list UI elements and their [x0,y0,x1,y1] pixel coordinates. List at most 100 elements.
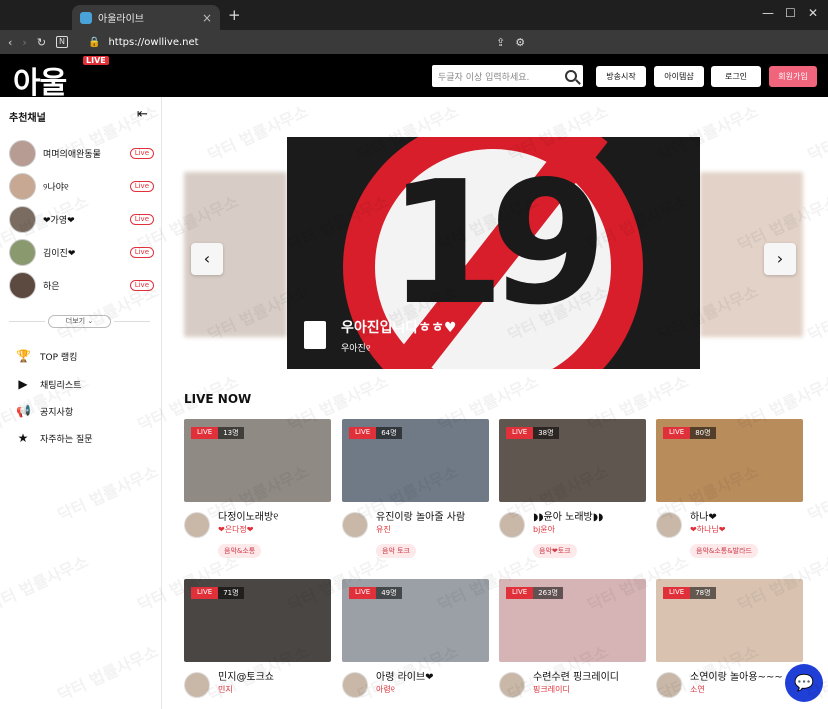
chat-button[interactable]: 💬 [785,664,823,702]
sidebar-channel[interactable]: ❤가영❤ Live [9,205,154,233]
stream-thumbnail[interactable]: LIVE 263명 [499,579,646,662]
menu-faq[interactable]: ★ 자주하는 질문 [16,431,93,445]
browser-tab[interactable]: 아울라이브 × [72,5,220,30]
collapse-icon[interactable]: ⇤ [137,107,148,122]
maximize-icon[interactable]: ☐ [785,6,796,20]
stream-title[interactable]: 민지@토크쇼 [218,672,274,685]
stream-thumbnail[interactable]: LIVE 80명 [656,419,803,502]
sidebar-channel[interactable]: 김이진❤ Live [9,238,154,266]
stream-card[interactable]: LIVE 49명아령 라이브❤ 아령୧ [342,579,489,698]
live-badge: Live [129,147,154,159]
login-button[interactable]: 로그인 [711,66,761,87]
tab-close-icon[interactable]: × [202,11,212,25]
stream-card[interactable]: LIVE 78명소연이랑 놀아용~~~ 소연 [656,579,803,698]
category-tag[interactable]: 음악 토크 [376,544,416,558]
category-tag[interactable]: 음악&소통 [218,544,262,558]
stream-card[interactable]: LIVE 13명다정이노래방୧ ❤은다정❤ 음악&소통 [184,419,331,558]
faq-icon: ★ [17,431,29,445]
avatar[interactable] [342,672,368,698]
avatar[interactable] [499,512,525,538]
streamer-name[interactable]: 아령୧ [376,685,434,695]
item-shop-button[interactable]: 아이템샵 [654,66,704,87]
signup-button[interactable]: 회원가입 [769,66,817,87]
search-input[interactable]: 두글자 이상 입력하세요. [438,70,529,83]
streamer-name[interactable]: ❤하나님❤ [690,525,726,535]
avatar[interactable] [184,672,210,698]
search-box[interactable]: 두글자 이상 입력하세요. [432,65,583,87]
stream-card[interactable]: LIVE 80명하나❤ ❤하나님❤ 음악&소통&발라드 [656,419,803,558]
avatar[interactable] [656,672,682,698]
stream-thumbnail[interactable]: LIVE 78명 [656,579,803,662]
live-count-badge: LIVE 80명 [663,427,716,439]
live-badge: LIVE [191,427,219,439]
hero-number: 19 [387,145,608,343]
stream-title[interactable]: 수련수련 핑크레이디 [533,672,619,685]
streamer-name[interactable]: 핑크레이디 [533,685,619,695]
stream-title[interactable]: 소연이랑 놀아용~~~ [690,672,783,685]
section-title: LIVE NOW [184,392,252,406]
stream-thumbnail[interactable]: LIVE 13명 [184,419,331,502]
stream-title[interactable]: 다정이노래방୧ [218,512,278,525]
stream-card[interactable]: LIVE 71명민지@토크쇼 민지 [184,579,331,698]
carousel-next-button[interactable]: › [764,243,796,275]
stream-title[interactable]: ◗◗윤아 노래방◗◗ [533,512,603,525]
menu-top-ranking[interactable]: 🏆 TOP 랭킹 [16,349,77,363]
stream-card[interactable]: LIVE 38명 ◗◗윤아 노래방◗◗ bj윤아음악❤토크 [499,419,646,558]
minimize-icon[interactable]: — [762,6,774,20]
share-icon[interactable]: ⇪ [496,36,505,49]
menu-notice[interactable]: 📢 공지사항 [16,404,73,418]
avatar[interactable] [184,512,210,538]
streamer-name[interactable]: ❤은다정❤ [218,525,278,535]
streamer-name[interactable]: 유진 [376,525,465,535]
sidebar-channel[interactable]: 며며의애완동물 Live [9,139,154,167]
stream-thumbnail[interactable]: LIVE 64명 [342,419,489,502]
live-count-badge: LIVE 64명 [349,427,402,439]
back-icon[interactable]: ‹ [8,36,12,49]
hero-subtitle: 우아진୧ [341,344,371,354]
stream-card[interactable]: LIVE 263명수련수련 핑크레이디 핑크레이디 [499,579,646,698]
viewer-count: 38명 [533,427,559,439]
streamer-name[interactable]: 소연 [690,685,783,695]
stream-title[interactable]: 유진이랑 놀아줄 사람 [376,512,465,525]
avatar [9,238,36,266]
logo-text: 아울 [13,66,67,101]
hero-banner[interactable]: 19 우아진입니다ㅎㅎ♥ 우아진୧ [287,137,700,369]
settings-icon[interactable]: ⚙ [515,36,525,49]
viewer-count: 80명 [690,427,716,439]
avatar [9,139,36,167]
streamer-name[interactable]: 민지 [218,685,274,695]
main-content: 19 우아진입니다ㅎㅎ♥ 우아진୧ ‹ › LIVE NOW LIVE 13명다정… [163,97,828,709]
avatar[interactable] [342,512,368,538]
url-field[interactable]: 🔒 https://owllive.net [88,33,532,51]
carousel-prev-button[interactable]: ‹ [191,243,223,275]
forward-icon[interactable]: › [22,36,26,49]
close-window-icon[interactable]: ✕ [808,6,818,20]
sidebar-channel[interactable]: ୨나야୧ Live [9,172,154,200]
avatar[interactable] [499,672,525,698]
menu-label: 채팅리스트 [40,380,82,391]
streamer-name[interactable]: bj윤아 [533,525,603,535]
stream-card[interactable]: LIVE 64명유진이랑 놀아줄 사람 유진음악 토크 [342,419,489,558]
stream-title[interactable]: 하나❤ [690,512,726,525]
site-logo[interactable]: 아울 LIVE [13,56,109,102]
stream-thumbnail[interactable]: LIVE 38명 [499,419,646,502]
stream-thumbnail[interactable]: LIVE 71명 [184,579,331,662]
extension-icon[interactable]: N [56,36,69,48]
search-icon[interactable] [565,70,577,82]
live-badge: LIVE [349,427,377,439]
avatar[interactable] [656,512,682,538]
viewer-count: 71명 [218,587,244,599]
menu-chat-list[interactable]: ▶ 채팅리스트 [16,377,81,391]
sidebar-channel[interactable]: 하은 Live [9,271,154,299]
start-broadcast-button[interactable]: 방송시작 [596,66,646,87]
live-count-badge: LIVE 13명 [191,427,244,439]
stream-title[interactable]: 아령 라이브❤ [376,672,434,685]
reload-icon[interactable]: ↻ [37,36,46,49]
more-button[interactable]: 더보기 ⌄ [48,315,111,328]
category-tag[interactable]: 음악&소통&발라드 [690,544,758,558]
stream-thumbnail[interactable]: LIVE 49명 [342,579,489,662]
megaphone-icon: 📢 [16,404,31,418]
new-tab-button[interactable]: + [228,6,241,24]
tab-title: 아울라이브 [98,14,144,25]
category-tag[interactable]: 음악❤토크 [533,544,577,558]
